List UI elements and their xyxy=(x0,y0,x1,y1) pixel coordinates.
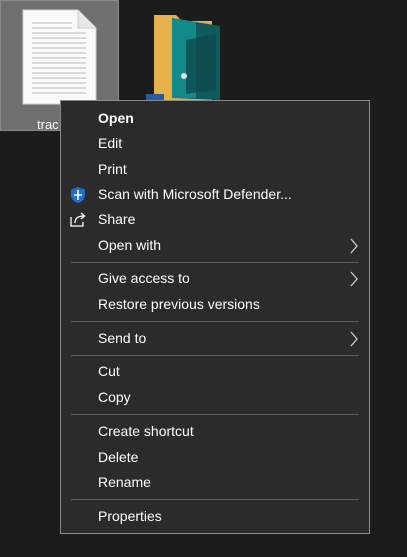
menu-separator xyxy=(71,499,359,500)
menu-item-scan[interactable]: Scan with Microsoft Defender... xyxy=(61,182,369,207)
context-menu: Open Edit Print Scan with Microsoft Defe… xyxy=(60,100,370,534)
menu-item-create-shortcut[interactable]: Create shortcut xyxy=(61,419,369,444)
menu-item-rename[interactable]: Rename xyxy=(61,470,369,495)
menu-item-cut[interactable]: Cut xyxy=(61,359,369,384)
menu-separator xyxy=(71,355,359,356)
menu-item-open[interactable]: Open xyxy=(61,106,369,131)
menu-separator xyxy=(71,262,359,263)
menu-item-copy[interactable]: Copy xyxy=(61,385,369,410)
menu-item-open-with-label: Open with xyxy=(98,237,162,253)
chevron-right-icon xyxy=(350,238,358,254)
menu-item-share[interactable]: Share xyxy=(61,207,369,232)
menu-separator xyxy=(71,321,359,322)
desktop-folder-icon[interactable] xyxy=(146,10,226,105)
folder-icon xyxy=(146,15,220,102)
menu-item-open-with[interactable]: Open with xyxy=(61,233,369,258)
chevron-right-icon xyxy=(350,331,358,347)
menu-item-send-to[interactable]: Send to xyxy=(61,326,369,351)
chevron-right-icon xyxy=(350,271,358,287)
menu-item-edit[interactable]: Edit xyxy=(61,131,369,156)
menu-item-delete[interactable]: Delete xyxy=(61,445,369,470)
text-document-icon xyxy=(22,9,97,105)
menu-item-properties[interactable]: Properties xyxy=(61,504,369,529)
menu-item-send-to-label: Send to xyxy=(98,330,147,346)
menu-item-restore-versions[interactable]: Restore previous versions xyxy=(61,292,369,317)
share-icon xyxy=(70,212,86,227)
menu-item-give-access[interactable]: Give access to xyxy=(61,266,369,291)
menu-item-print[interactable]: Print xyxy=(61,157,369,182)
menu-separator xyxy=(71,414,359,415)
menu-item-scan-label: Scan with Microsoft Defender... xyxy=(98,186,292,202)
menu-item-give-access-label: Give access to xyxy=(98,270,190,286)
defender-shield-icon xyxy=(71,187,85,203)
menu-item-share-label: Share xyxy=(98,211,136,227)
